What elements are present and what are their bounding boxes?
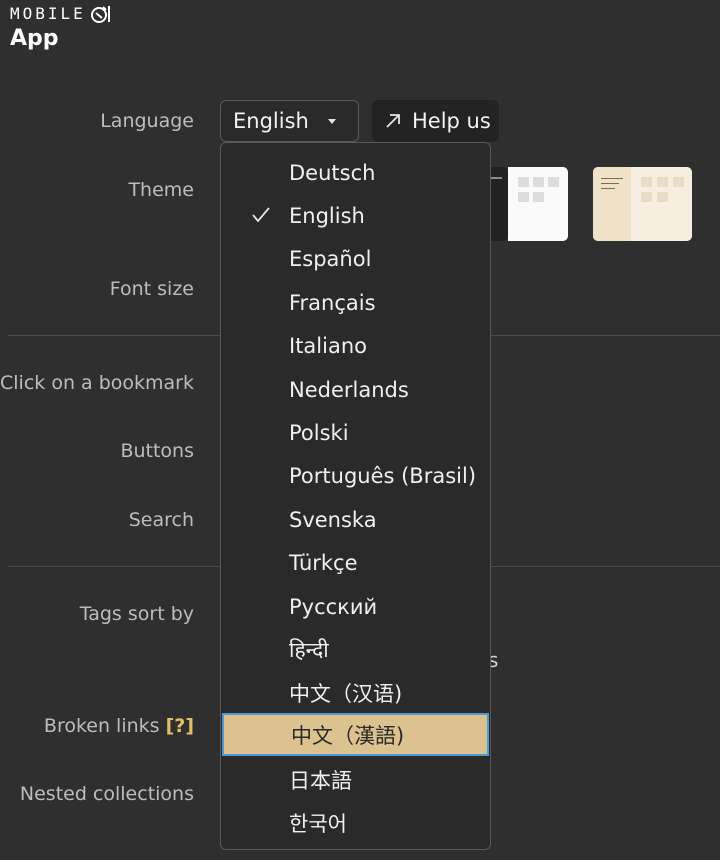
caret-down-icon [328, 119, 336, 124]
help-us-label: Help us [412, 109, 491, 133]
language-select-value: English [233, 109, 309, 133]
language-option-label: Polski [289, 420, 349, 445]
language-option-label: हिन्दी [289, 637, 329, 662]
language-option-label: Türkçe [289, 550, 358, 575]
language-option-highlighted[interactable]: 中文（漢語) [222, 713, 489, 756]
logo: MOBILE [10, 4, 112, 24]
language-option-label: 日本語 [289, 768, 352, 793]
language-option[interactable]: English [221, 194, 490, 237]
broken-links-help-link[interactable]: [?] [166, 715, 194, 737]
theme-option-light[interactable] [508, 167, 568, 241]
language-option-label: Svenska [289, 507, 377, 532]
checkmark-icon [252, 207, 270, 223]
language-option[interactable]: 한국어 [221, 801, 490, 844]
language-option-label: Español [289, 246, 372, 271]
language-option[interactable]: 日本語 [221, 758, 490, 801]
tags-sort-label: Tags sort by [79, 603, 194, 625]
language-select[interactable]: English [220, 100, 359, 142]
language-option[interactable]: Italiano [221, 324, 490, 367]
logo-text: MOBILE [10, 4, 86, 23]
language-option-label: Deutsch [289, 160, 376, 185]
buttons-label: Buttons [120, 440, 194, 462]
language-option[interactable]: हिन्दी [221, 628, 490, 671]
broken-links-text: Broken links [43, 715, 160, 737]
language-option-label: Français [289, 290, 376, 315]
logo-mark-icon [90, 6, 110, 23]
language-option-label: Nederlands [289, 377, 409, 402]
language-option[interactable]: Português (Brasil) [221, 454, 490, 497]
language-option[interactable]: Svenska [221, 498, 490, 541]
language-option[interactable]: Français [221, 281, 490, 324]
help-us-button[interactable]: Help us [372, 100, 499, 142]
language-option[interactable]: Русский [221, 585, 490, 628]
language-option[interactable]: 中文（汉语) [221, 671, 490, 714]
external-link-icon [386, 114, 400, 128]
language-option[interactable]: Türkçe [221, 541, 490, 584]
language-option-label: 中文（漢語) [291, 723, 405, 748]
app-title: App [10, 26, 59, 51]
font-size-label: Font size [109, 278, 194, 300]
language-label: Language [100, 110, 194, 132]
theme-option-sepia[interactable] [593, 167, 692, 241]
language-option-label: Italiano [289, 333, 367, 358]
language-option-label: Русский [289, 594, 378, 619]
click-bookmark-label: Click on a bookmark [0, 372, 194, 394]
language-option-label: 中文（汉语) [289, 681, 403, 706]
nested-collections-label: Nested collections [19, 783, 194, 805]
language-dropdown: Deutsch English Español Français Italian… [220, 142, 491, 850]
broken-links-label: Broken links [?] [44, 715, 194, 737]
header: MOBILE App [10, 4, 112, 52]
search-label: Search [128, 509, 194, 531]
language-option-label: Português (Brasil) [289, 463, 477, 488]
language-option[interactable]: Español [221, 237, 490, 280]
theme-label: Theme [128, 179, 194, 201]
language-option[interactable]: Nederlands [221, 368, 490, 411]
language-option[interactable]: Deutsch [221, 151, 490, 194]
language-option-label: 한국어 [289, 811, 347, 836]
language-option[interactable]: Polski [221, 411, 490, 454]
language-option-label: English [289, 203, 365, 228]
